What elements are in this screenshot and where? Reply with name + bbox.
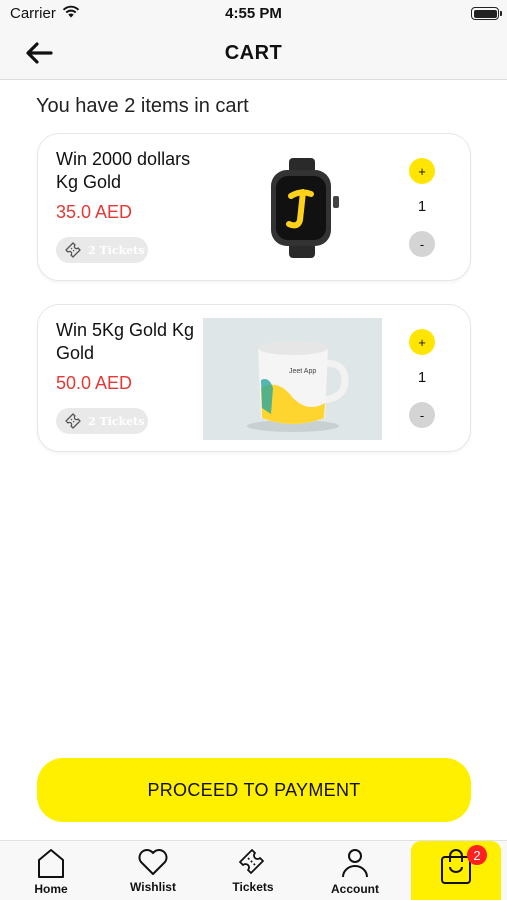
smartwatch-image	[271, 158, 339, 258]
tab-tickets[interactable]: Tickets	[208, 841, 298, 900]
cart-item-card: Win 5Kg Gold Kg Gold 50.0 AED 2 Tickets …	[37, 304, 471, 452]
battery-icon	[471, 7, 502, 20]
tab-wishlist[interactable]: Wishlist	[108, 841, 198, 900]
tab-cart[interactable]	[411, 841, 501, 900]
status-time: 4:55 PM	[225, 5, 282, 22]
increase-quantity-button[interactable]: +	[409, 158, 435, 184]
tab-label: Tickets	[232, 880, 274, 894]
tickets-chip[interactable]: 2 Tickets	[56, 237, 148, 263]
tab-bar: Home Wishlist Tickets Account	[0, 840, 507, 900]
tab-home[interactable]: Home	[6, 841, 96, 900]
navigation-bar: CART	[0, 28, 507, 80]
tickets-label: 2 Tickets	[88, 414, 145, 428]
item-price: 35.0 AED	[56, 202, 133, 222]
tab-account[interactable]: Account	[310, 841, 400, 900]
cart-badge: 2	[467, 845, 487, 865]
decrease-quantity-button[interactable]: -	[409, 402, 435, 428]
tab-label: Home	[34, 882, 68, 896]
page-title: CART	[224, 42, 283, 64]
mug-image: Jeet App	[203, 318, 382, 440]
quantity-value: 1	[417, 198, 427, 215]
tab-label: Wishlist	[130, 880, 176, 894]
person-icon	[342, 849, 368, 878]
item-price: 50.0 AED	[56, 373, 133, 393]
tickets-chip[interactable]: 2 Tickets	[56, 408, 148, 434]
ticket-icon	[65, 242, 81, 258]
cart-item-card: Win 2000 dollars Kg Gold 35.0 AED 2 Tick…	[37, 133, 471, 281]
quantity-value: 1	[417, 369, 427, 386]
status-bar: Carrier 4:55 PM	[0, 0, 507, 28]
item-name: Win 2000 dollars Kg Gold	[56, 149, 191, 192]
heart-icon	[138, 849, 168, 875]
home-icon	[38, 849, 64, 878]
increase-quantity-button[interactable]: +	[409, 329, 435, 355]
decrease-quantity-button[interactable]: -	[409, 231, 435, 257]
ticket-icon	[65, 413, 81, 429]
proceed-to-payment-button[interactable]: PROCEED TO PAYMENT	[37, 758, 471, 822]
item-name: Win 5Kg Gold Kg Gold	[56, 320, 195, 363]
mug-text: Jeet App	[289, 368, 316, 375]
cart-summary: You have 2 items in cart	[36, 95, 249, 117]
ticket-icon	[239, 849, 264, 874]
tab-label: Account	[331, 882, 379, 896]
tickets-label: 2 Tickets	[88, 243, 145, 257]
